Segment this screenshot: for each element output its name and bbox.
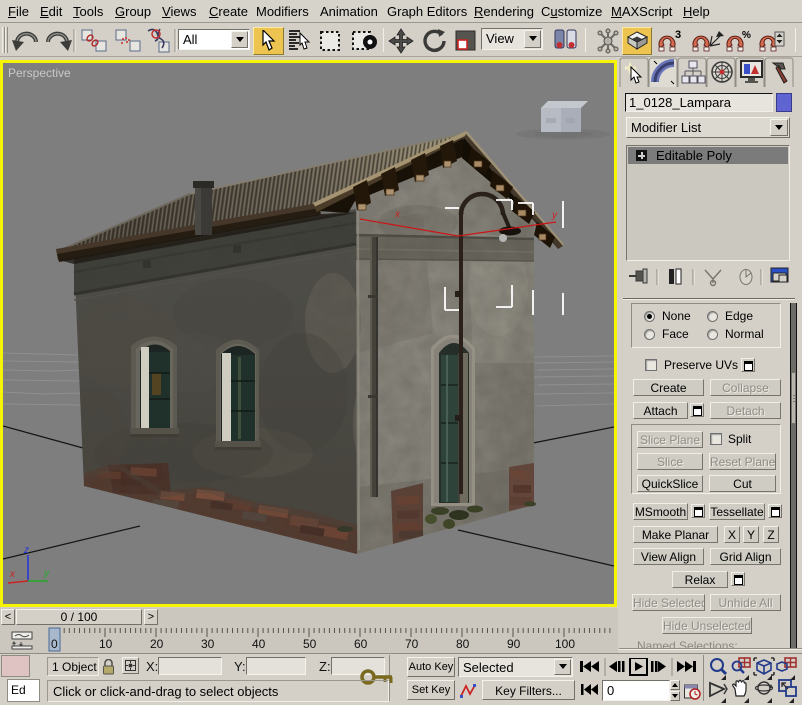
svg-text:z: z: [23, 545, 29, 556]
svg-text:40: 40: [252, 637, 266, 651]
svg-text:3: 3: [675, 29, 681, 41]
svg-text:80: 80: [456, 637, 470, 651]
svg-text:10: 10: [99, 637, 113, 651]
svg-text:y: y: [43, 568, 50, 579]
svg-text:70: 70: [405, 637, 419, 651]
svg-text:0: 0: [51, 637, 58, 651]
svg-text:30: 30: [201, 637, 215, 651]
svg-text:x: x: [394, 209, 401, 220]
svg-text:x: x: [9, 569, 16, 580]
svg-text:50: 50: [303, 637, 317, 651]
svg-text:y: y: [551, 210, 558, 221]
svg-text:60: 60: [354, 637, 368, 651]
svg-text:20: 20: [150, 637, 164, 651]
svg-text:90: 90: [507, 637, 521, 651]
svg-text:100: 100: [555, 637, 575, 651]
svg-text:%: %: [742, 30, 751, 41]
svg-text:Perspective: Perspective: [8, 66, 71, 80]
